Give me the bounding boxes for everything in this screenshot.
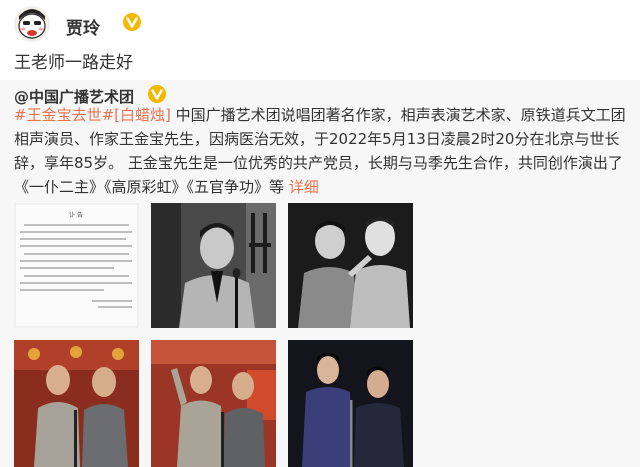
image-portrait-bw[interactable] xyxy=(151,203,276,328)
username[interactable]: 贾玲 xyxy=(66,14,100,39)
more-link[interactable]: 详细 xyxy=(289,178,319,196)
verified-v-icon xyxy=(147,84,167,104)
image-stage-duo-dark[interactable] xyxy=(288,340,413,467)
document-title: 讣 告 xyxy=(69,211,83,219)
repost-body: #王金宝去世#[白蜡烛] 中国广播艺术团说唱团著名作家，相声表演艺术家、原铁道兵… xyxy=(14,103,626,199)
image-stage-duo-color[interactable] xyxy=(14,340,139,467)
post-text: 王老师一路走好 xyxy=(14,53,133,73)
post-header: 贾玲 xyxy=(14,4,314,44)
cartoon-face-avatar-icon[interactable] xyxy=(14,6,50,42)
image-document[interactable]: 讣 告 xyxy=(14,203,139,328)
emoji-tag-link[interactable]: [白蜡烛] xyxy=(114,106,171,124)
repost-card: @中国广播艺术团 #王金宝去世#[白蜡烛] 中国广播艺术团说唱团著名作家，相声表… xyxy=(0,80,640,467)
image-stage-duo-color-2[interactable] xyxy=(151,340,276,467)
hashtag-link[interactable]: #王金宝去世# xyxy=(14,106,114,124)
image-duo-bw[interactable] xyxy=(288,203,413,328)
verified-v-icon xyxy=(122,12,142,32)
